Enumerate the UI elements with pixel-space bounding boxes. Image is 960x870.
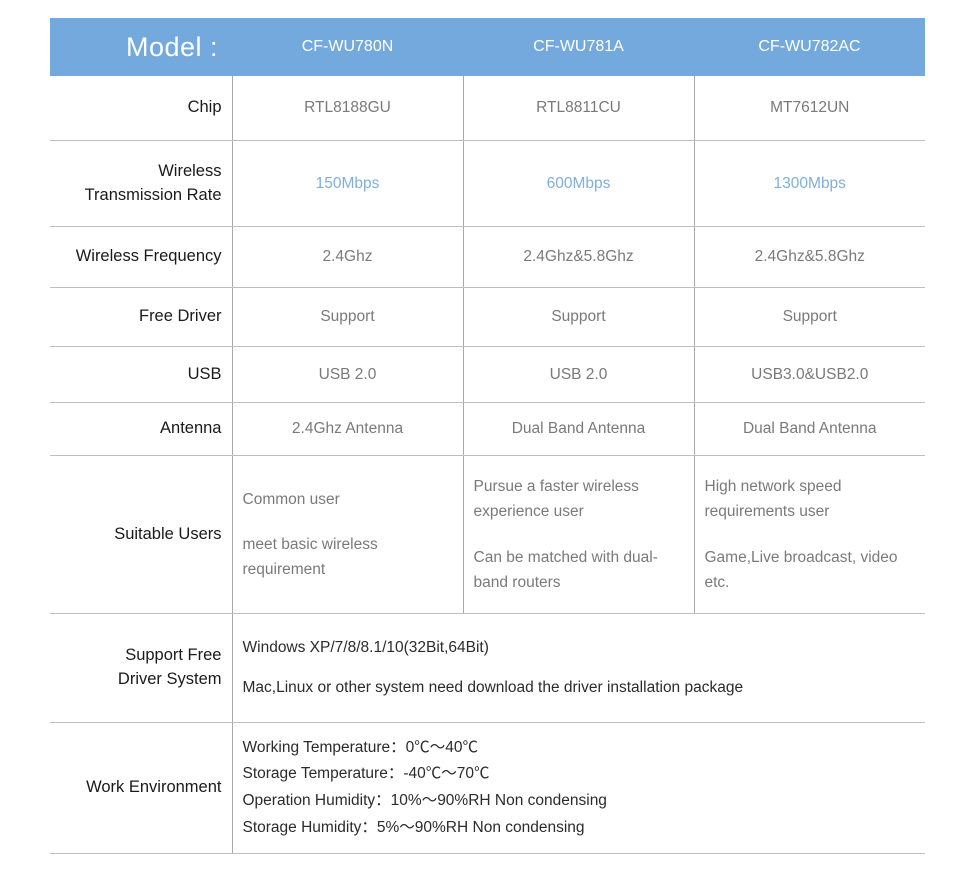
antenna-value-col2: Dual Band Antenna xyxy=(463,402,695,456)
support-free-driver-system-value: Windows XP/7/8/8.1/10(32Bit,64Bit) Mac,L… xyxy=(232,613,925,723)
chip-value-col3: MT7612UN xyxy=(694,76,925,141)
suitable-users-col3: High network speed requirements user Gam… xyxy=(694,455,925,614)
header-product-cf-wu781a: CF-WU781A xyxy=(463,18,694,76)
table-row-antenna: Antenna 2.4Ghz Antenna Dual Band Antenna… xyxy=(50,402,925,456)
row-label-line-1: Wireless xyxy=(158,161,222,180)
work-environment-line-2: Storage Temperature：-40℃～70℃ xyxy=(242,765,490,783)
row-label-usb: USB xyxy=(50,346,233,403)
antenna-value-col1: 2.4Ghz Antenna xyxy=(232,402,464,456)
row-label-antenna: Antenna xyxy=(50,402,233,456)
suitable-users-col1: Common user meet basic wireless requirem… xyxy=(232,455,464,614)
row-label-line-2: Transmission Rate xyxy=(84,185,222,204)
work-environment-line-4: Storage Humidity：5%～90%RH Non condensing xyxy=(242,818,585,836)
suitable-users-col1-para-1: Common user xyxy=(242,490,340,508)
free-driver-value-col2: Support xyxy=(463,287,695,347)
product-comparison-table: Model : CF-WU780N CF-WU781A CF-WU782AC C… xyxy=(50,18,925,854)
spec-comparison-sheet: Model : CF-WU780N CF-WU781A CF-WU782AC C… xyxy=(0,0,960,870)
suitable-users-col3-para-1: High network speed requirements user xyxy=(704,478,842,521)
row-label-line-1: Support Free xyxy=(125,646,222,665)
row-label-free-driver: Free Driver xyxy=(50,287,233,347)
suitable-users-col1-para-2: meet basic wireless requirement xyxy=(242,535,378,579)
header-product-cf-wu780n: CF-WU780N xyxy=(232,18,463,76)
chip-value-col2: RTL8811CU xyxy=(463,76,695,141)
suitable-users-col3-para-2: Game,Live broadcast, video etc. xyxy=(704,548,898,591)
driver-system-line-1: Windows XP/7/8/8.1/10(32Bit,64Bit) xyxy=(242,639,489,656)
work-environment-line-3: Operation Humidity：10%～90%RH Non condens… xyxy=(242,792,607,809)
usb-value-col3: USB3.0&USB2.0 xyxy=(694,346,925,403)
work-environment-line-1: Working Temperature：0℃～40℃ xyxy=(242,738,478,756)
rate-value-col3: 1300Mbps xyxy=(694,140,925,227)
free-driver-value-col3: Support xyxy=(694,287,925,347)
table-row-usb: USB USB 2.0 USB 2.0 USB3.0&USB2.0 xyxy=(50,346,925,403)
table-header-row: Model : CF-WU780N CF-WU781A CF-WU782AC xyxy=(50,18,925,76)
antenna-value-col3: Dual Band Antenna xyxy=(694,402,925,456)
suitable-users-col2-para-2: Can be matched with dual-band routers xyxy=(473,548,658,591)
suitable-users-col2: Pursue a faster wireless experience user… xyxy=(463,455,695,614)
row-label-line-2: Driver System xyxy=(117,670,222,688)
row-label-wireless-transmission-rate: Wireless Transmission Rate xyxy=(50,140,233,227)
table-row-suitable-users: Suitable Users Common user meet basic wi… xyxy=(50,455,925,614)
row-label-chip: Chip xyxy=(50,76,233,141)
usb-value-col2: USB 2.0 xyxy=(463,346,695,403)
frequency-value-col1: 2.4Ghz xyxy=(232,226,464,288)
table-row-support-free-driver-system: Support Free Driver System Windows XP/7/… xyxy=(50,613,925,723)
table-row-work-environment: Work Environment Working Temperature：0℃～… xyxy=(50,722,925,854)
header-product-cf-wu782ac: CF-WU782AC xyxy=(694,18,925,76)
driver-system-line-2: Mac,Linux or other system need download … xyxy=(242,679,744,696)
table-row-wireless-frequency: Wireless Frequency 2.4Ghz 2.4Ghz&5.8Ghz … xyxy=(50,226,925,288)
suitable-users-col2-para-1: Pursue a faster wireless experience user xyxy=(473,478,639,521)
row-label-suitable-users: Suitable Users xyxy=(50,455,233,614)
frequency-value-col3: 2.4Ghz&5.8Ghz xyxy=(694,226,925,288)
row-label-support-free-driver-system: Support Free Driver System xyxy=(50,613,233,723)
work-environment-value: Working Temperature：0℃～40℃ Storage Tempe… xyxy=(232,722,925,854)
row-label-wireless-frequency: Wireless Frequency xyxy=(50,226,233,288)
rate-value-col1: 150Mbps xyxy=(232,140,464,227)
rate-value-col2: 600Mbps xyxy=(463,140,695,227)
chip-value-col1: RTL8188GU xyxy=(232,76,464,141)
header-model-label: Model : xyxy=(50,18,232,76)
row-label-work-environment: Work Environment xyxy=(50,722,233,854)
usb-value-col1: USB 2.0 xyxy=(232,346,464,403)
table-row-wireless-transmission-rate: Wireless Transmission Rate 150Mbps 600Mb… xyxy=(50,140,925,227)
free-driver-value-col1: Support xyxy=(232,287,464,347)
table-row-chip: Chip RTL8188GU RTL8811CU MT7612UN xyxy=(50,76,925,141)
frequency-value-col2: 2.4Ghz&5.8Ghz xyxy=(463,226,695,288)
table-row-free-driver: Free Driver Support Support Support xyxy=(50,287,925,347)
